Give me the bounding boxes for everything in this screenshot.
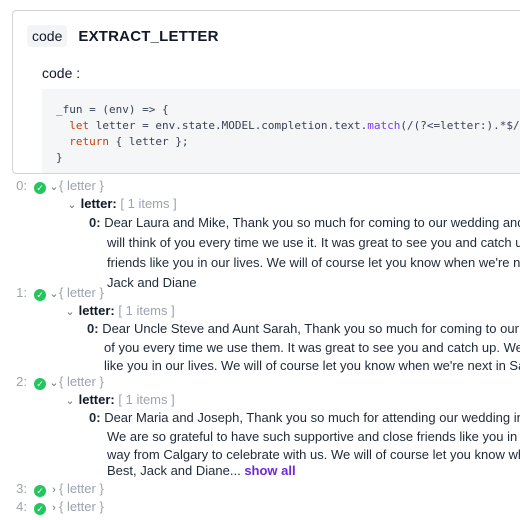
code-block: _fun = (env) => { let letter = env.state… <box>42 89 520 173</box>
field-key: letter: <box>78 392 115 407</box>
field-row[interactable]: ⌄ letter: [ 1 items ] <box>64 195 177 214</box>
chevron-down-icon[interactable]: ⌄ <box>49 285 59 303</box>
letter-line: like you in our lives. We will of course… <box>104 358 520 373</box>
result-row[interactable]: 4: ✓ ›{ letter } <box>0 498 104 517</box>
letter-line: 0: Dear Laura and Mike, Thank you so muc… <box>89 215 520 230</box>
show-all-link[interactable]: show all <box>244 463 295 478</box>
result-summary: { letter } <box>59 178 104 193</box>
item-count: [ 1 items ] <box>118 392 175 407</box>
result-summary: { letter } <box>59 374 104 389</box>
item-count: [ 1 items ] <box>118 303 175 318</box>
chevron-down-icon[interactable]: ⌄ <box>65 303 75 321</box>
letter-line: of you every time we use them. It was gr… <box>104 340 520 355</box>
result-summary: { letter } <box>59 499 104 514</box>
chevron-right-icon[interactable]: › <box>49 481 59 499</box>
letter-line: 0: Dear Uncle Steve and Aunt Sarah, Than… <box>87 321 520 336</box>
code-line: _fun = (env) => { <box>56 103 169 116</box>
item-count: [ 1 items ] <box>120 196 177 211</box>
chevron-down-icon[interactable]: ⌄ <box>49 374 59 392</box>
result-summary: { letter } <box>59 481 104 496</box>
result-row[interactable]: 1: ✓ ⌄{ letter } <box>0 284 104 303</box>
chevron-down-icon[interactable]: ⌄ <box>49 178 59 196</box>
check-circle-icon: ✓ <box>34 485 46 497</box>
card-title: EXTRACT_LETTER <box>78 27 219 45</box>
chevron-down-icon[interactable]: ⌄ <box>65 392 75 410</box>
field-key: letter: <box>80 196 117 211</box>
letter-line: Best, Jack and Diane... show all <box>107 463 296 478</box>
code-card: code EXTRACT_LETTER code : _fun = (env) … <box>12 10 520 174</box>
result-index: 4: <box>16 499 27 514</box>
letter-line: We are so grateful to have such supporti… <box>107 429 520 444</box>
chevron-down-icon[interactable]: ⌄ <box>67 196 77 214</box>
letter-line: will think of you every time we use it. … <box>107 235 520 250</box>
check-circle-icon: ✓ <box>34 289 46 301</box>
code-badge: code <box>27 25 68 47</box>
letter-line: 0: Dear Maria and Joseph, Thank you so m… <box>89 410 520 425</box>
item-index: 0: <box>87 321 99 336</box>
item-index: 0: <box>89 410 101 425</box>
result-row[interactable]: 0: ✓ ⌄{ letter } <box>0 177 104 196</box>
card-header: code EXTRACT_LETTER <box>27 25 219 47</box>
result-index: 1: <box>16 285 27 300</box>
code-line: let letter = env.state.MODEL.completion.… <box>69 119 520 132</box>
letter-line: friends like you in our lives. We will o… <box>107 255 520 270</box>
result-row[interactable]: 2: ✓ ⌄{ letter } <box>0 373 104 392</box>
result-index: 2: <box>16 374 27 389</box>
code-label: code : <box>42 65 81 81</box>
code-line: return { letter }; <box>69 135 189 148</box>
check-circle-icon: ✓ <box>34 503 46 515</box>
result-summary: { letter } <box>59 285 104 300</box>
result-row[interactable]: 3: ✓ ›{ letter } <box>0 480 104 499</box>
code-line: } <box>56 151 63 164</box>
letter-line: Jack and Diane <box>107 275 197 290</box>
result-index: 0: <box>16 178 27 193</box>
field-key: letter: <box>78 303 115 318</box>
check-circle-icon: ✓ <box>34 182 46 194</box>
item-index: 0: <box>89 215 101 230</box>
result-index: 3: <box>16 481 27 496</box>
check-circle-icon: ✓ <box>34 378 46 390</box>
chevron-right-icon[interactable]: › <box>49 499 59 517</box>
